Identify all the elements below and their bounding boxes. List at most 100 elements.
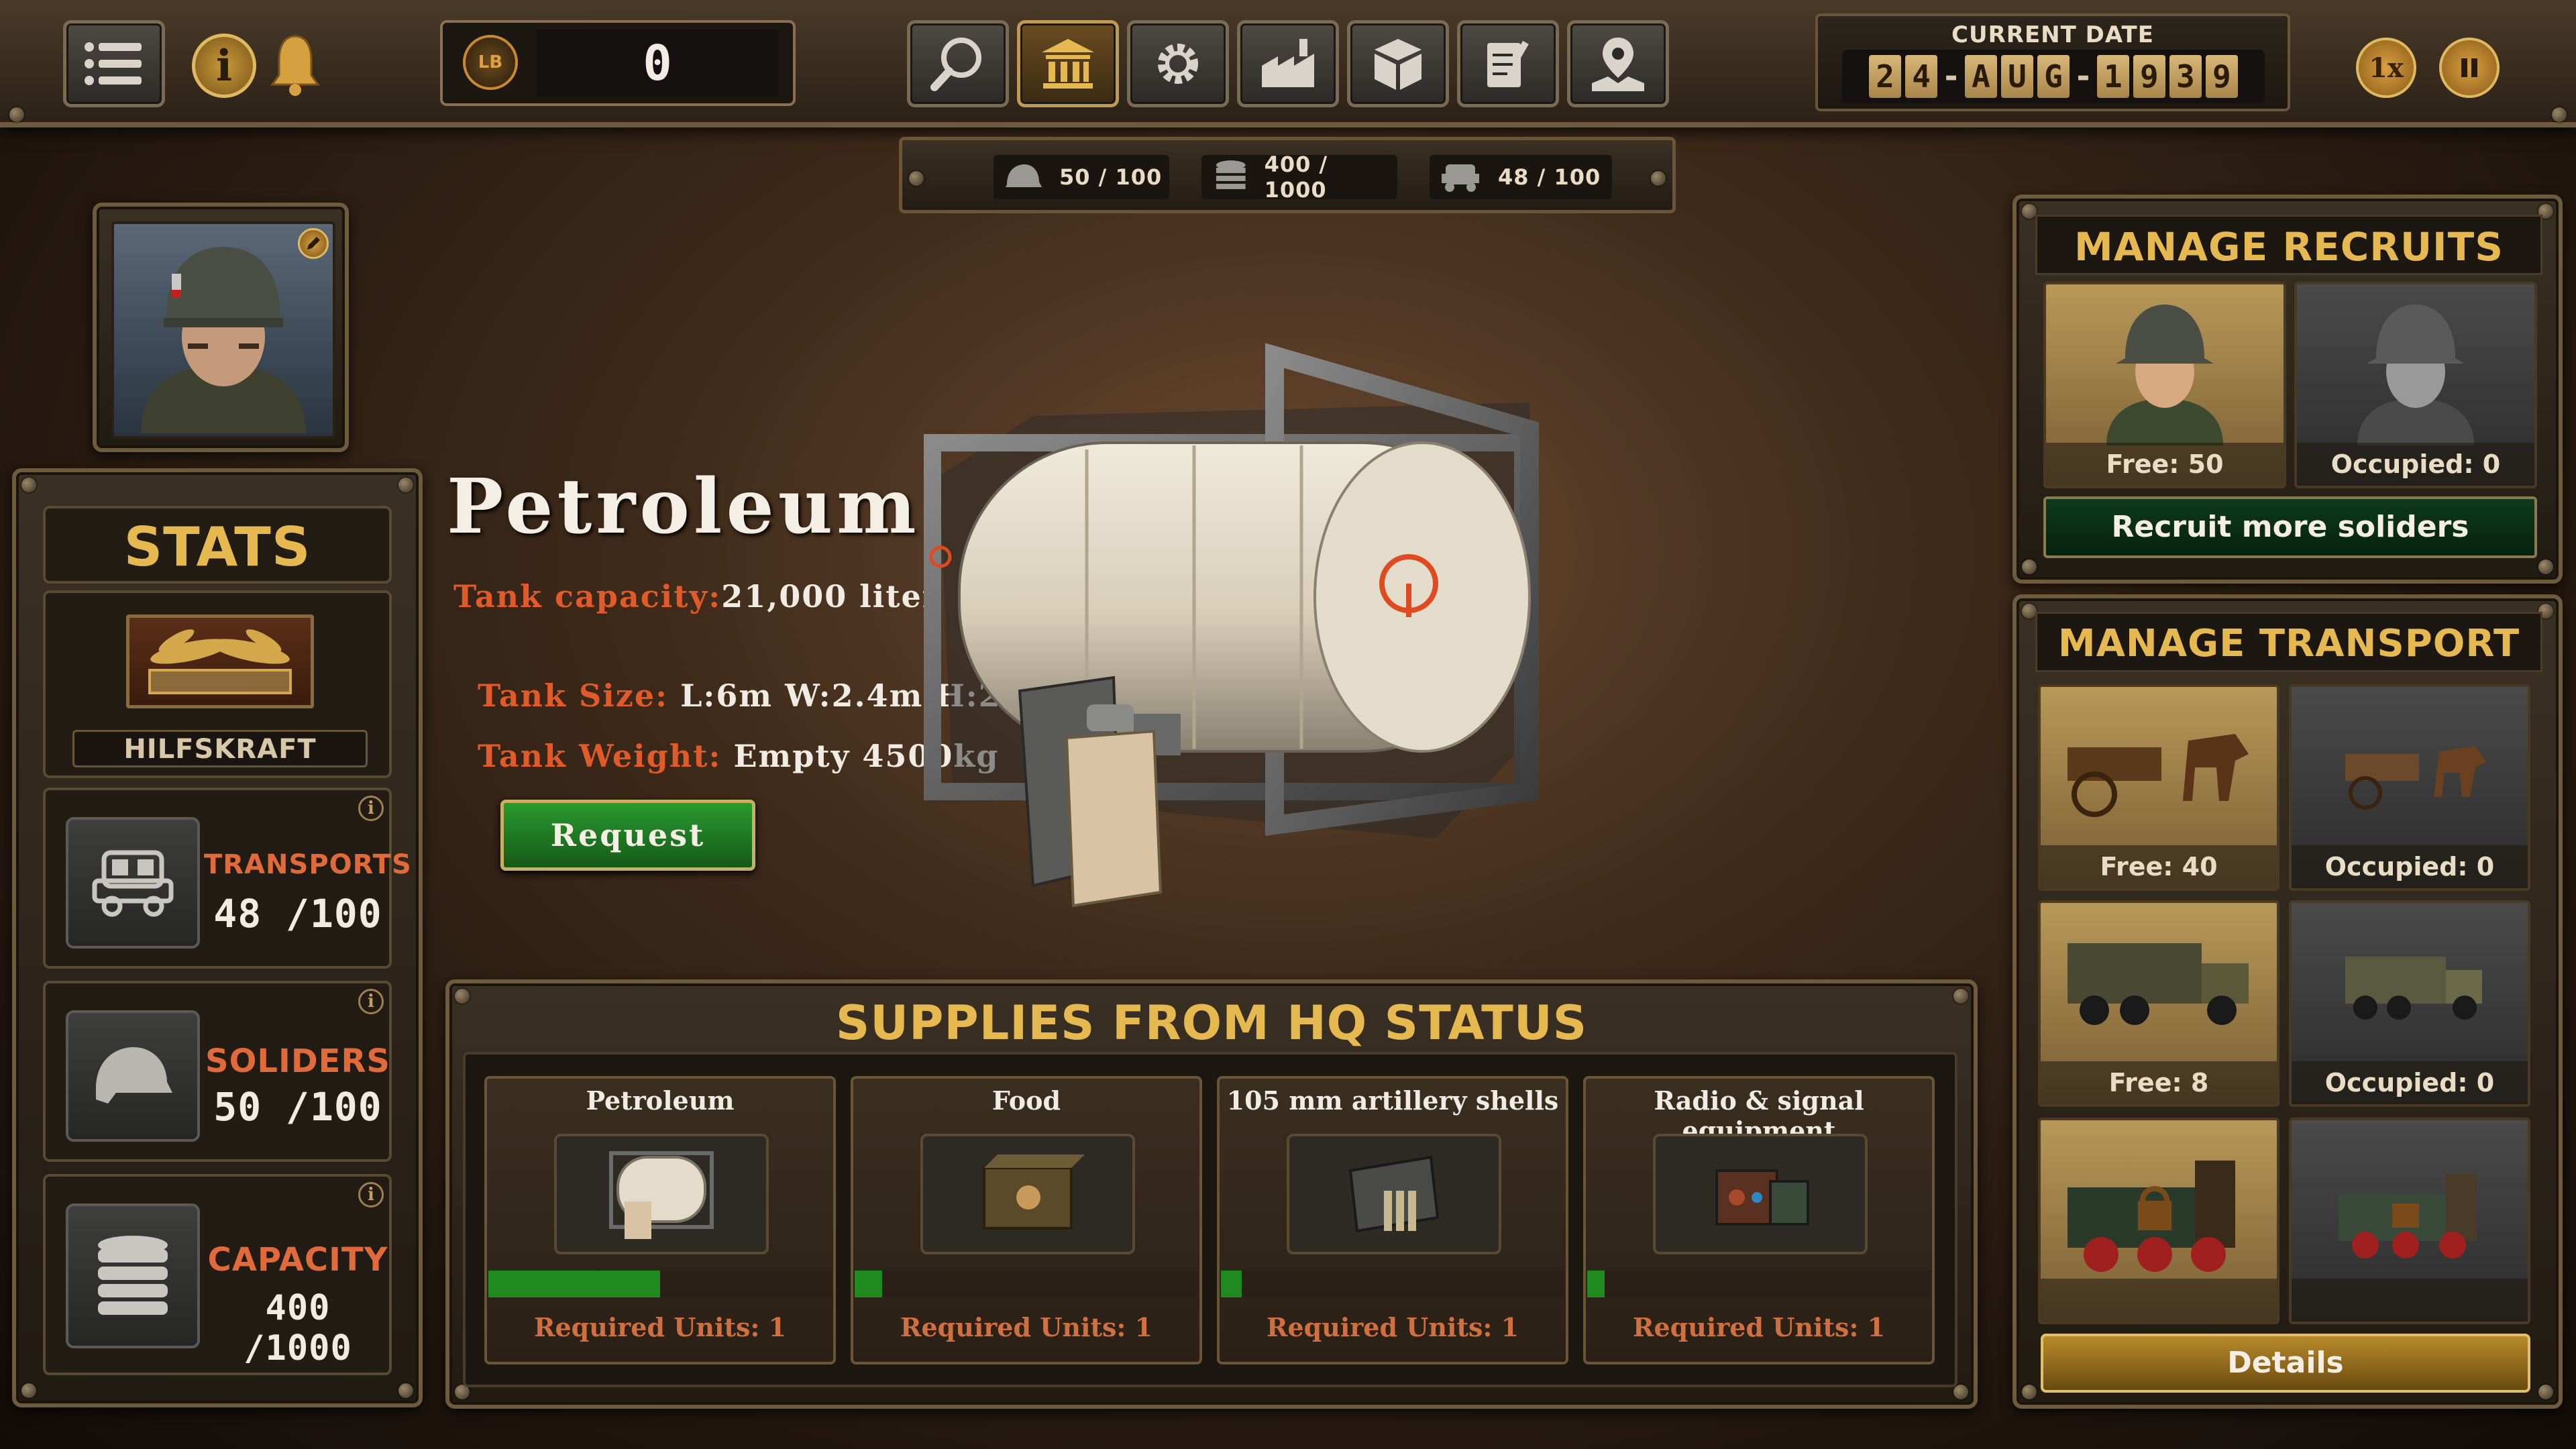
info-button[interactable]: i [192,34,256,98]
stats-header: STATS [43,506,392,584]
currency-value: 0 [537,30,778,97]
transport-cart-occupied-tile[interactable]: Occupied: 0 [2289,684,2530,891]
supply-progress-track [1221,1271,1564,1297]
transport-truck-free-tile[interactable]: Free: 8 [2038,900,2279,1107]
date-display: 24-AUG-1939 [1842,50,2265,103]
supply-progress-fill [488,1271,660,1297]
recruits-free-tile[interactable]: Free: 50 [2043,282,2286,488]
info-icon[interactable]: i [358,989,384,1014]
info-icon[interactable]: i [358,1182,384,1208]
stat-transports-value: 48 /100 [213,891,382,936]
supply-required: Required Units: 1 [900,1312,1153,1342]
supply-name: Food [991,1085,1061,1116]
factory-icon [1262,39,1314,87]
menu-button[interactable] [63,20,165,107]
petroleum-tank-image [912,329,1610,932]
request-label: Request [550,817,706,853]
map-pin-icon [1592,38,1644,91]
transport-cart-free-tile[interactable]: Free: 40 [2038,684,2279,891]
supply-name: 105 mm artillery shells [1226,1085,1559,1116]
supply-card[interactable]: Food Required Units: 1 [851,1076,1202,1364]
top-bar: i LB 0 CURRENT DATE 24-AUG-1939 1x [0,0,2576,127]
transport-train-occupied-tile[interactable] [2289,1118,2530,1324]
info-icon[interactable]: i [358,796,384,821]
stat-soldiers-icon-box [66,1010,200,1142]
recruits-occupied-tile[interactable]: Occupied: 0 [2294,282,2537,488]
transport-cart-occupied-label: Occupied: 0 [2292,845,2528,888]
nav-factory-button[interactable] [1237,20,1339,107]
date-digit: 9 [2133,55,2165,98]
supply-progress-track [855,1271,1198,1297]
recruits-panel: MANAGE RECRUITS Free: 50 Occupied: 0 Rec… [2012,195,2563,584]
date-digit: 2 [1869,55,1902,98]
supply-progress-fill [855,1271,882,1297]
search-icon [930,38,981,91]
soldier-icon [2106,305,2223,445]
supply-name: Petroleum [586,1085,735,1116]
transport-title: MANAGE TRANSPORT [2057,622,2520,665]
nav-documents-button[interactable] [1457,20,1559,107]
supply-progress-track [1587,1271,1931,1297]
recruits-free-label: Free: 50 [2046,443,2284,486]
stats-panel: STATS HILFSKRAFT TRANSPORTS 48 /100 i SO… [12,468,423,1407]
nav-map-button[interactable] [1567,20,1669,107]
radio-equipment-icon [1715,1169,1809,1226]
rank-insignia [126,614,314,708]
stats-title: STATS [123,516,311,578]
nav-settings-button[interactable] [1127,20,1229,107]
supply-required: Required Units: 1 [1266,1312,1519,1342]
currency-panel: LB 0 [440,20,796,106]
resource-transports: 48 / 100 [1430,155,1612,199]
details-button[interactable]: Details [2041,1334,2530,1393]
currency-badge-label: LB [478,52,503,72]
nav-bank-button[interactable] [1017,20,1119,107]
transport-panel: MANAGE TRANSPORT Free: 40 Occupied: 0 Fr… [2012,594,2563,1409]
stat-soldiers-value: 50 /100 [213,1084,382,1130]
rank-label: HILFSKRAFT [123,734,317,765]
notifications-button[interactable] [268,31,322,98]
transport-truck-free-label: Free: 8 [2041,1061,2277,1104]
nav-supply-button[interactable] [1347,20,1449,107]
truck-icon [2068,943,2249,1025]
menu-icon [85,42,142,85]
supply-card[interactable]: Radio & signal equipment Required Units:… [1583,1076,1935,1364]
avatar [111,221,335,439]
date-label: CURRENT DATE [1951,21,2154,48]
recruit-more-button[interactable]: Recruit more soliders [2043,496,2537,558]
date-digit: 4 [1905,55,1938,98]
supply-card[interactable]: Petroleum Required Units: 1 [484,1076,836,1364]
resource-transports-value: 48 / 100 [1498,164,1601,190]
speed-button[interactable]: 1x [2356,38,2416,98]
documents-icon [1487,40,1529,87]
coins-icon [1216,160,1246,189]
bell-icon [270,35,320,96]
request-button[interactable]: Request [500,800,755,871]
artillery-shells-icon [1348,1155,1440,1233]
transport-truck-occupied-label: Occupied: 0 [2292,1061,2528,1104]
transport-truck-occupied-tile[interactable]: Occupied: 0 [2289,900,2530,1107]
transport-cart-free-label: Free: 40 [2041,845,2277,888]
date-digit: 1 [2096,55,2129,98]
supply-progress-track [488,1271,832,1297]
supply-card[interactable]: 105 mm artillery shells Required Units: … [1217,1076,1568,1364]
stat-capacity-label: CAPACITY [207,1241,388,1279]
commander-portrait[interactable] [93,203,349,452]
stat-capacity: CAPACITY 400 /1000 i [43,1174,392,1375]
stat-capacity-icon-box [66,1203,200,1348]
date-digit: A [1965,55,1997,98]
supply-progress-fill [1221,1271,1242,1297]
edit-portrait-button[interactable] [298,228,329,259]
supply-box-icon [1375,39,1421,90]
transport-train-free-tile[interactable] [2038,1118,2279,1324]
pause-icon [2461,58,2477,77]
pause-button[interactable] [2439,38,2500,98]
resource-capacity-value: 400 / 1000 [1264,152,1328,203]
horse-cart-icon [2068,734,2249,817]
stat-transports: TRANSPORTS 48 /100 i [43,788,412,969]
helmet-icon [96,1047,172,1104]
date-separator: - [2074,58,2093,95]
date-digit: 9 [2205,55,2238,98]
supply-icon-box [1287,1134,1501,1254]
stat-transports-label: TRANSPORTS [204,849,412,880]
nav-search-button[interactable] [907,20,1009,107]
